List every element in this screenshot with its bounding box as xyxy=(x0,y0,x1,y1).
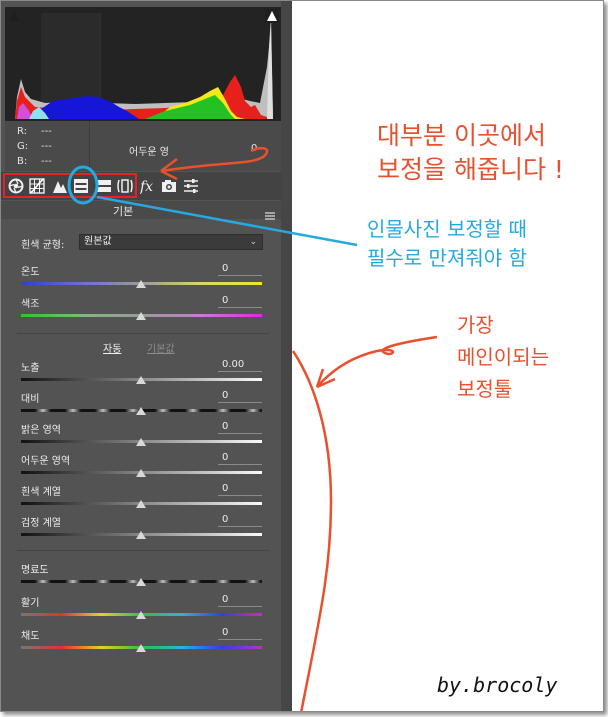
note-line: 인물사진 보정할 때 xyxy=(367,217,527,241)
screenshot-frame: R: --- G: --- B: --- 어두운 영 0 fx 기본 흰색 균형… xyxy=(0,0,604,712)
blue-pointer-line xyxy=(96,195,358,247)
annotation-note-main-area: 대부분 이곳에서 보정을 해줍니다 ! xyxy=(377,119,564,187)
annotation-note-portrait: 인물사진 보정할 때 필수로 만져줘야 함 xyxy=(367,215,527,273)
note-line: 보정툴 xyxy=(457,377,513,401)
note-line: 대부분 이곳에서 xyxy=(377,121,546,150)
blue-circle-highlight xyxy=(67,165,99,205)
note-line: 가장 xyxy=(457,313,494,337)
signature: by.brocoly xyxy=(437,673,558,697)
note-line: 보정을 해줍니다 ! xyxy=(377,155,564,184)
red-bracket-line xyxy=(291,350,333,711)
annotation-note-main-tool: 가장 메인이되는 보정툴 xyxy=(457,309,549,405)
note-line: 메인이되는 xyxy=(457,345,549,369)
note-line: 필수로 만져줘야 함 xyxy=(367,246,527,270)
